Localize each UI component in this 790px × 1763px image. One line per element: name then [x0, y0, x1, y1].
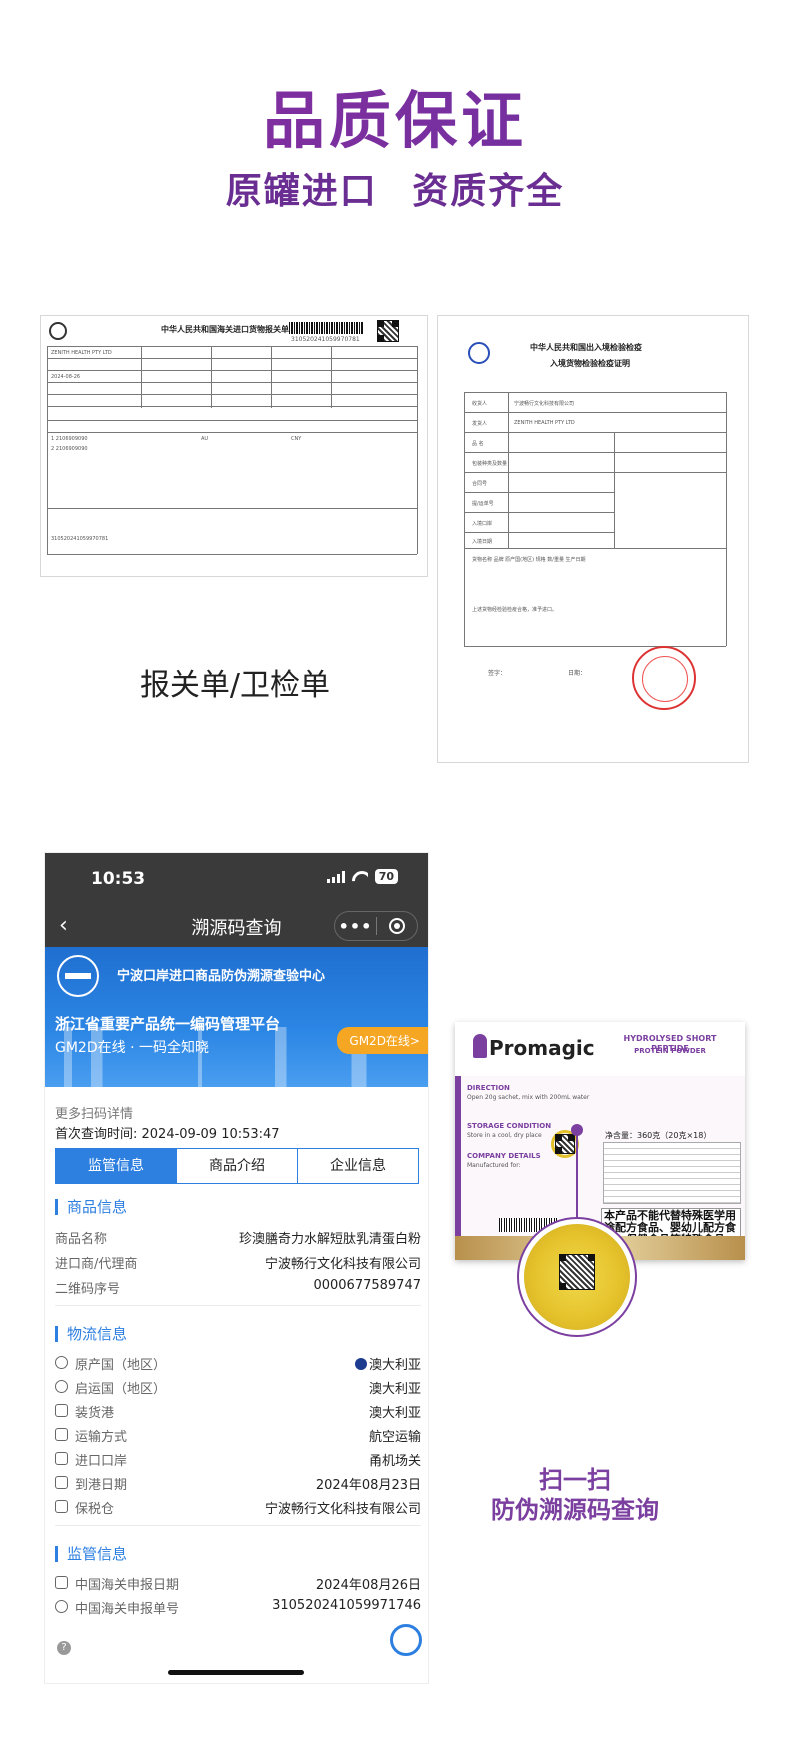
anchor-icon [55, 1452, 68, 1465]
info-row: 中国海关申报单号 310520241059971746 [55, 1598, 421, 1618]
section-title-supervision: 监管信息 [55, 1546, 127, 1562]
nutrition-table [603, 1142, 741, 1204]
info-row: 进口商/代理商 宁波畅行文化科技有限公司 [55, 1257, 421, 1272]
info-row: 商品名称 珍澳膳奇力水解短肽乳清蛋白粉 [55, 1232, 421, 1247]
tab-company-info[interactable]: 企业信息 [297, 1149, 418, 1183]
inspection-certificate-document: 中华人民共和国出入境检验检疫 入境货物检验检疫证明 收货人 发货人 品 名 包装… [437, 315, 749, 763]
port-logo-icon [57, 955, 99, 997]
shield-icon [55, 1600, 68, 1613]
status-time: 10:53 [91, 869, 146, 889]
customs-form-number: 310520241059970781 [291, 336, 360, 343]
documents-caption: 报关单/卫检单 [139, 668, 331, 703]
status-bar: 10:53 70 [45, 853, 428, 905]
info-row: 中国海关申报日期 2024年08月26日 [55, 1574, 421, 1594]
truck-icon [55, 1404, 68, 1417]
customer-service-icon[interactable] [390, 1624, 422, 1656]
info-row: 保税仓 宁波畅行文化科技有限公司 [55, 1498, 421, 1518]
close-mini-program-button[interactable] [377, 918, 417, 934]
product-net-weight: 净含量：360克（20克×18） [605, 1131, 712, 1140]
info-row: 到港日期 2024年08月23日 [55, 1474, 421, 1494]
customs-qr-code [377, 320, 399, 342]
hero-title: 品质保证 [0, 70, 790, 160]
signal-icon [326, 870, 345, 883]
tab-product-intro[interactable]: 商品介绍 [176, 1149, 297, 1183]
info-row: 运输方式 航空运输 [55, 1426, 421, 1446]
calendar-icon [55, 1476, 68, 1489]
product-brand: Promagic [489, 1036, 595, 1060]
globe-icon [55, 1356, 68, 1369]
customs-declaration-document: 中华人民共和国海关进口货物报关单 310520241059970781 ZENI… [40, 315, 428, 577]
traceability-seal-zoom [517, 1217, 637, 1337]
promagic-logo-icon [473, 1034, 487, 1058]
location-pin-icon [55, 1380, 68, 1393]
hero-subtitle: 原罐进口 资质齐全 [225, 171, 565, 212]
section-title-logistics: 物流信息 [55, 1326, 127, 1342]
red-seal-stamp [632, 646, 696, 710]
customs-form-title: 中华人民共和国海关进口货物报关单 [161, 325, 289, 334]
first-query-time: 首次查询时间: 2024-09-09 10:53:47 [55, 1127, 280, 1142]
tab-supervision[interactable]: 监管信息 [56, 1149, 176, 1183]
info-row: 二维码序号 0000677589747 [55, 1278, 421, 1297]
ship-icon [55, 1428, 68, 1441]
traceability-phone-screen: 10:53 70 ‹ 溯源码查询 ••• 宁波口岸进口商品防伪溯源查验中心 浙江… [45, 853, 428, 1683]
product-direction-heading: DIRECTION [467, 1084, 510, 1092]
australia-flag-icon [354, 1358, 367, 1370]
more-button[interactable]: ••• [335, 917, 376, 936]
inspection-title: 中华人民共和国出入境检验检疫 [530, 343, 642, 352]
product-company-heading: COMPANY DETAILS [467, 1152, 541, 1160]
inspection-subtitle: 入境货物检验检疫证明 [550, 359, 630, 368]
traceability-qr-code [559, 1254, 595, 1290]
banner: 宁波口岸进口商品防伪溯源查验中心 浙江省重要产品统一编码管理平台 GM2D在线 … [45, 947, 428, 1087]
scan-subtitle: 防伪溯源码查询 [491, 1496, 659, 1524]
product-qr-code [555, 1134, 575, 1154]
product-tag-line2: PROTEIN POWDER [634, 1047, 706, 1055]
inspection-emblem-icon [468, 342, 490, 364]
info-tabs: 监管信息 商品介绍 企业信息 [55, 1148, 419, 1184]
customs-barcode [289, 322, 363, 334]
wifi-icon [352, 871, 368, 883]
banner-slogan: GM2D在线 · 一码全知晓 [55, 1040, 209, 1056]
home-indicator [168, 1670, 304, 1675]
info-row: 装货港 澳大利亚 [55, 1402, 421, 1422]
help-icon[interactable]: ? [57, 1641, 71, 1655]
banner-platform: 浙江省重要产品统一编码管理平台 [55, 1015, 281, 1033]
gm2d-online-button[interactable]: GM2D在线> [337, 1027, 428, 1054]
info-row: 启运国（地区） 澳大利亚 [55, 1378, 421, 1398]
info-row: 进口口岸 甬机场关 [55, 1450, 421, 1470]
calendar-icon [55, 1576, 68, 1589]
product-storage-heading: STORAGE CONDITION [467, 1122, 552, 1130]
info-row: 原产国（地区） 澳大利亚 [55, 1354, 421, 1374]
mini-program-capsule: ••• [334, 911, 418, 941]
banner-organization: 宁波口岸进口商品防伪溯源查验中心 [117, 969, 326, 984]
battery-icon: 70 [374, 869, 398, 884]
scan-more-details-link[interactable]: 更多扫码详情 [55, 1103, 133, 1122]
navbar: ‹ 溯源码查询 ••• [45, 905, 428, 947]
callout-connector [576, 1130, 578, 1220]
target-icon [388, 918, 405, 934]
warehouse-icon [55, 1500, 68, 1513]
customs-emblem-icon [49, 322, 67, 340]
section-title-product: 商品信息 [55, 1199, 127, 1215]
